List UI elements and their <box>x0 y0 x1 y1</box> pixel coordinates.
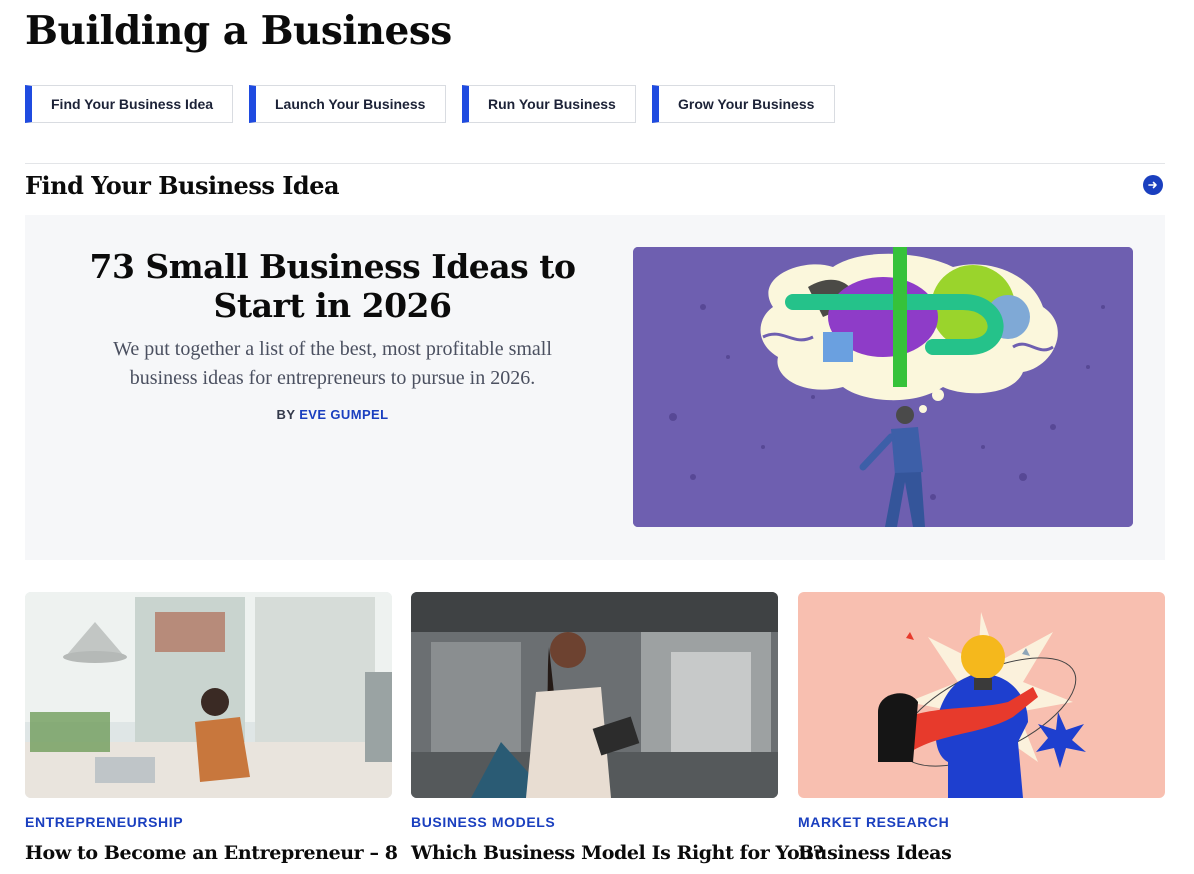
card-tag[interactable]: ENTREPRENEURSHIP <box>25 814 392 830</box>
nav-pill-find-idea[interactable]: Find Your Business Idea <box>25 85 233 123</box>
card-title[interactable]: Which Business Model Is Right for You? <box>411 842 824 864</box>
featured-title[interactable]: 73 Small Business Ideas to Start in 2026 <box>45 247 620 325</box>
card-tag[interactable]: MARKET RESEARCH <box>798 814 1165 830</box>
nav-pill-run[interactable]: Run Your Business <box>462 85 636 123</box>
byline-prefix: BY <box>276 407 296 422</box>
article-card: BUSINESS MODELS Which Business Model Is … <box>411 592 824 864</box>
featured-text: 73 Small Business Ideas to Start in 2026… <box>45 247 620 422</box>
featured-byline: BY EVE GUMPEL <box>45 407 620 422</box>
featured-image[interactable] <box>633 247 1133 527</box>
author-link[interactable]: EVE GUMPEL <box>299 407 388 422</box>
article-card: MARKET RESEARCH Business Ideas <box>798 592 1165 864</box>
section-divider <box>25 163 1165 164</box>
featured-article: 73 Small Business Ideas to Start in 2026… <box>25 215 1165 560</box>
card-title[interactable]: Business Ideas <box>798 842 1165 864</box>
article-card: ENTREPRENEURSHIP How to Become an Entrep… <box>25 592 398 864</box>
featured-description: We put together a list of the best, most… <box>113 338 552 389</box>
nav-pill-launch[interactable]: Launch Your Business <box>249 85 446 123</box>
card-image[interactable] <box>411 592 778 798</box>
section-title: Find Your Business Idea <box>25 171 340 200</box>
arrow-right-circle-icon[interactable] <box>1143 175 1163 195</box>
nav-pill-grow[interactable]: Grow Your Business <box>652 85 835 123</box>
card-title[interactable]: How to Become an Entrepreneur – 8 <box>25 842 398 864</box>
card-image[interactable] <box>25 592 392 798</box>
card-tag[interactable]: BUSINESS MODELS <box>411 814 778 830</box>
card-image[interactable] <box>798 592 1165 798</box>
page-title: Building a Business <box>25 8 452 54</box>
